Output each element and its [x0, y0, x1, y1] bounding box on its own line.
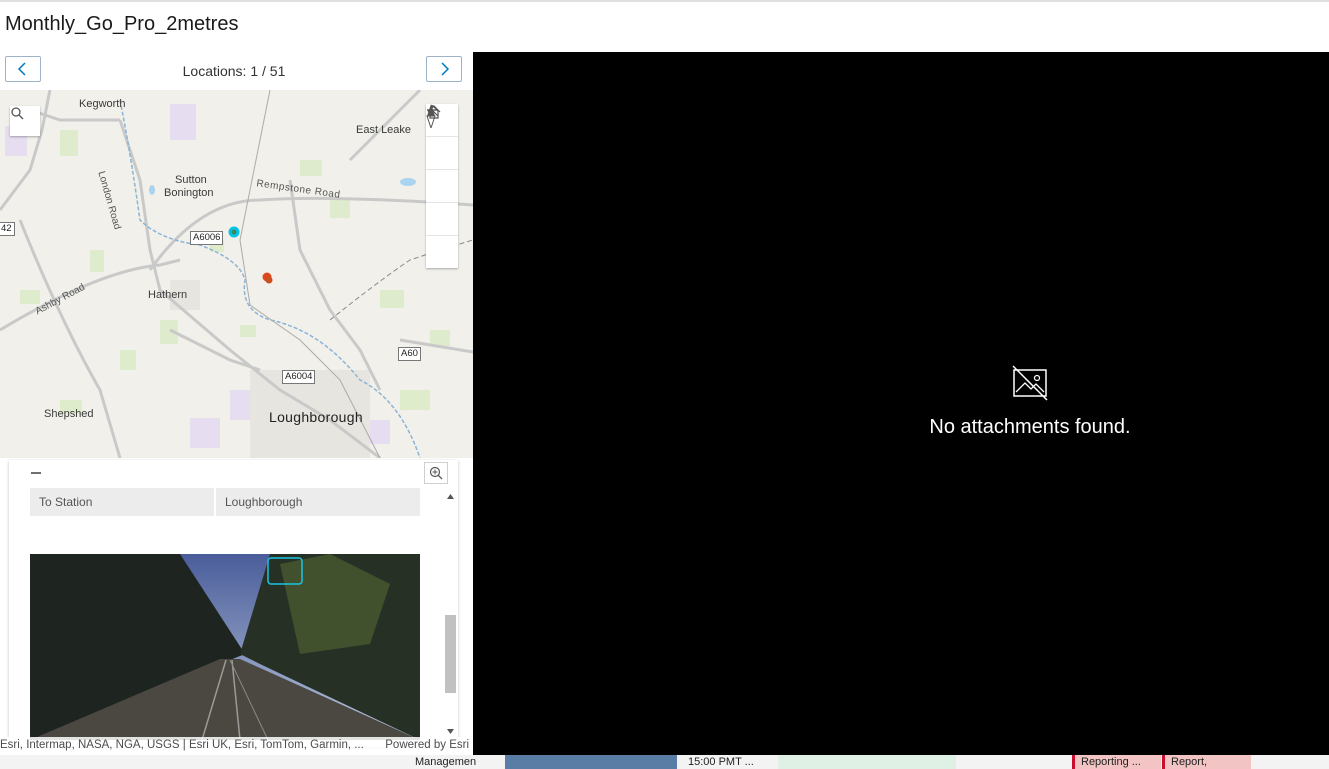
- location-counter-text: Locations: 1 / 51: [182, 63, 286, 79]
- popup-scrollbar[interactable]: [443, 488, 458, 740]
- map-road-shield-a60: A60: [398, 347, 421, 361]
- scroll-down-icon: [447, 729, 454, 734]
- zoom-out-button[interactable]: [426, 109, 458, 203]
- search-icon: [11, 107, 24, 120]
- chevron-right-icon: [441, 62, 450, 76]
- map-search-button[interactable]: [10, 106, 40, 136]
- attribute-value: Loughborough: [225, 495, 303, 509]
- attachment-viewer: No attachments found.: [473, 52, 1329, 755]
- map-label-bonington: Bonington: [164, 187, 214, 199]
- basemap: [0, 90, 473, 458]
- background-strip: Managemen 15:00 PMT ... Reporting ... Re…: [0, 755, 1329, 769]
- feature-popup: To Station Loughborough: [9, 460, 458, 747]
- map-label-shepshed: Shepshed: [44, 408, 94, 420]
- track-photo[interactable]: [30, 554, 420, 740]
- scrollbar-thumb[interactable]: [445, 615, 456, 693]
- top-border: [0, 0, 1329, 2]
- home-button[interactable]: [426, 105, 458, 236]
- attribute-key: To Station: [30, 488, 216, 516]
- strip-item-time: 15:00 PMT ...: [688, 756, 754, 768]
- map-road-shield-a6006: A6006: [190, 231, 224, 245]
- map-label-sutton: Sutton: [175, 174, 207, 186]
- app-title: Monthly_Go_Pro_2metres: [5, 13, 239, 35]
- scroll-up-icon: [447, 494, 454, 499]
- no-image-icon: [1012, 365, 1048, 401]
- popup-zoom-to-button[interactable]: [424, 462, 448, 484]
- attribution-credits: Esri, Intermap, NASA, NGA, USGS | Esri U…: [0, 739, 364, 751]
- map-view[interactable]: Kegworth East Leake Sutton Bonington Hat…: [0, 90, 473, 458]
- location-counter: Locations: 1 / 51: [0, 63, 468, 79]
- strip-item-report: Report,: [1162, 755, 1251, 769]
- map-label-loughborough: Loughborough: [269, 409, 363, 425]
- compass-icon: [426, 104, 436, 128]
- map-attribution: Esri, Intermap, NASA, NGA, USGS | Esri U…: [0, 737, 473, 753]
- map-road-shield-a6004: A6004: [282, 370, 316, 384]
- map-controls: [426, 104, 458, 268]
- attribute-row: To Station Loughborough: [30, 488, 420, 516]
- map-label-hathern: Hathern: [148, 289, 188, 301]
- compass-button[interactable]: [426, 104, 458, 268]
- map-road-shield-edge: 42: [0, 222, 15, 236]
- map-label-east-leake: East Leake: [356, 124, 412, 136]
- next-location-button[interactable]: [426, 56, 462, 82]
- strip-item-green: [778, 755, 956, 769]
- strip-item-reporting: Reporting ...: [1072, 755, 1161, 769]
- strip-item-management: Managemen: [415, 756, 477, 768]
- popup-content: To Station Loughborough: [9, 488, 443, 747]
- minus-icon: [31, 472, 41, 474]
- popup-collapse-button[interactable]: [29, 466, 43, 480]
- powered-by-esri-link[interactable]: Powered by Esri: [385, 737, 469, 753]
- strip-item-bar: [505, 755, 677, 769]
- track-photo-image: [30, 554, 420, 740]
- no-attachments-message: No attachments found.: [929, 416, 1131, 438]
- left-panel: Locations: 1 / 51 Kegworth East Leake Su…: [0, 52, 473, 769]
- map-label-kegworth: Kegworth: [79, 98, 126, 110]
- zoom-in-button[interactable]: [426, 105, 458, 170]
- zoom-in-icon: [429, 466, 443, 480]
